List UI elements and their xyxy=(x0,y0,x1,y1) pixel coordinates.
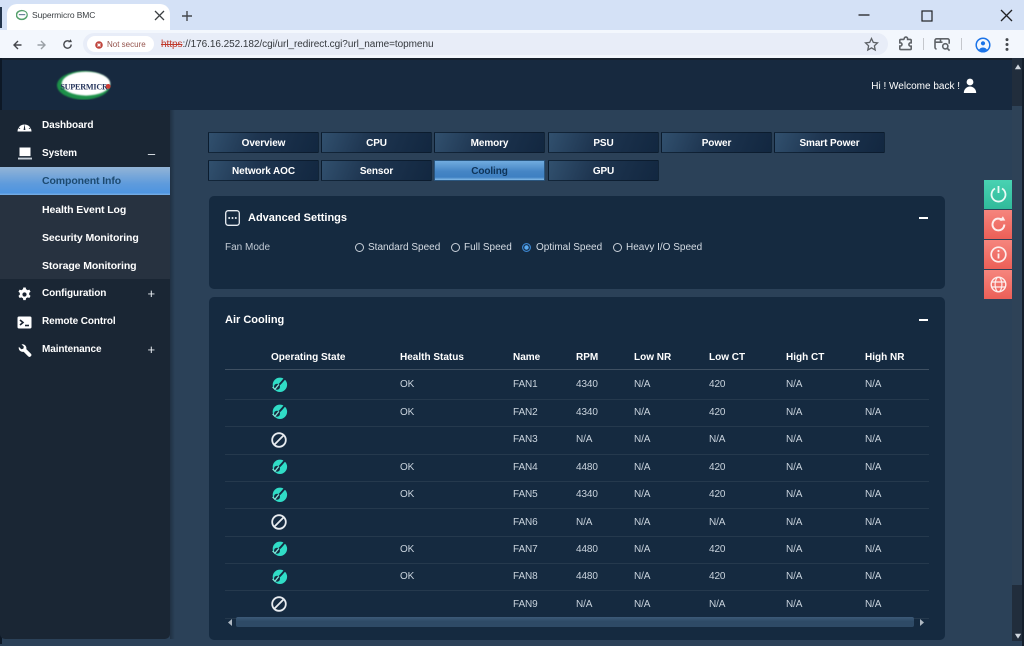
svg-text:SUPERMICR: SUPERMICR xyxy=(60,82,108,91)
